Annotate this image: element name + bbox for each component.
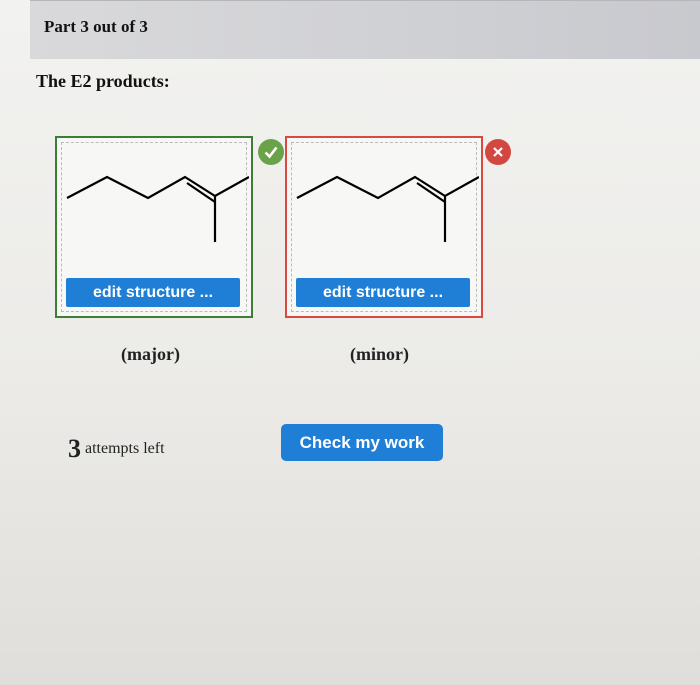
attempts-count: 3 xyxy=(68,434,81,463)
attempts-label: attempts left xyxy=(85,440,165,457)
minor-product-structure xyxy=(296,175,479,242)
x-icon xyxy=(485,139,511,165)
part-label: Part 3 out of 3 xyxy=(44,17,148,36)
check-my-work-button[interactable]: Check my work xyxy=(281,424,443,461)
part-header: Part 3 out of 3 xyxy=(30,0,700,59)
minor-caption: (minor) xyxy=(350,344,409,364)
minor-product-box[interactable]: edit structure ... xyxy=(285,136,483,318)
check-icon xyxy=(258,139,284,165)
major-product-structure xyxy=(66,175,249,242)
question-prompt: The E2 products: xyxy=(36,71,170,91)
major-caption: (major) xyxy=(121,344,180,364)
attempts-remaining: 3 attempts left xyxy=(68,434,165,464)
edit-structure-button-minor[interactable]: edit structure ... xyxy=(296,278,470,307)
major-product-box[interactable]: edit structure ... xyxy=(55,136,253,318)
edit-structure-button-major[interactable]: edit structure ... xyxy=(66,278,240,307)
